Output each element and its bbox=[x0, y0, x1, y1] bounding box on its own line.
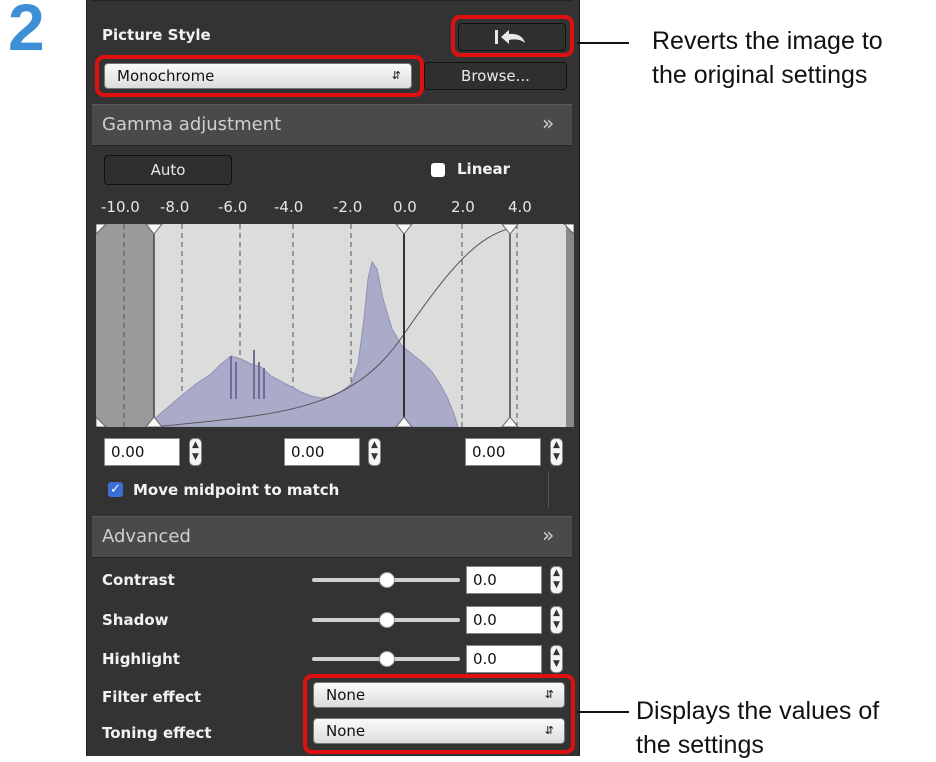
highlight-field[interactable]: 0.0 bbox=[466, 645, 542, 673]
revert-callout-line bbox=[577, 42, 629, 44]
advanced-section-header[interactable]: Advanced » bbox=[92, 516, 572, 558]
step-number: 2 bbox=[8, 0, 45, 64]
values-annotation: Displays the values of the settings bbox=[636, 694, 879, 762]
white-point-stepper[interactable]: ▲ ▼ bbox=[550, 438, 563, 466]
values-annotation-line2: the settings bbox=[636, 731, 764, 759]
tick-label: 2.0 bbox=[451, 198, 475, 216]
toning-effect-label: Toning effect bbox=[102, 724, 212, 742]
revert-annotation-line2: the original settings bbox=[652, 61, 868, 89]
midpoint-stepper[interactable]: ▲ ▼ bbox=[368, 438, 381, 466]
effects-highlight-box bbox=[303, 674, 575, 754]
picture-style-label: Picture Style bbox=[102, 26, 211, 44]
gamma-header-title: Gamma adjustment bbox=[102, 114, 282, 135]
values-annotation-line1: Displays the values of bbox=[636, 697, 880, 725]
tick-label: -10.0 bbox=[101, 198, 140, 216]
white-clip-region bbox=[566, 224, 574, 427]
highlight-stepper[interactable]: ▲ ▼ bbox=[550, 645, 563, 673]
gamma-histogram[interactable] bbox=[96, 224, 574, 427]
collapse-chevron-icon: » bbox=[542, 111, 555, 135]
linear-label: Linear bbox=[457, 160, 511, 178]
shadow-stepper[interactable]: ▲ ▼ bbox=[550, 606, 563, 634]
revert-annotation-line1: Reverts the image to bbox=[652, 27, 883, 55]
advanced-header-title: Advanced bbox=[102, 526, 191, 547]
gamma-section-header[interactable]: Gamma adjustment » bbox=[92, 104, 572, 146]
tick-label: -6.0 bbox=[218, 198, 248, 216]
tick-label: -2.0 bbox=[333, 198, 363, 216]
contrast-field[interactable]: 0.0 bbox=[466, 566, 542, 594]
revert-annotation: Reverts the image to the original settin… bbox=[652, 24, 883, 92]
collapse-chevron-icon: » bbox=[542, 523, 555, 547]
linear-checkbox[interactable] bbox=[431, 163, 445, 177]
contrast-slider-knob[interactable] bbox=[379, 572, 395, 588]
tick-label: 0.0 bbox=[393, 198, 417, 216]
black-point-stepper[interactable]: ▲ ▼ bbox=[189, 438, 202, 466]
midpoint-field[interactable]: 0.00 bbox=[284, 438, 360, 466]
tick-label: -8.0 bbox=[160, 198, 190, 216]
move-midpoint-label: Move midpoint to match bbox=[133, 481, 340, 499]
contrast-label: Contrast bbox=[102, 571, 175, 589]
midpoint-divider bbox=[548, 472, 549, 508]
values-callout-line bbox=[577, 711, 629, 713]
filter-effect-label: Filter effect bbox=[102, 688, 202, 706]
revert-highlight-box bbox=[451, 15, 574, 57]
browse-button[interactable]: Browse... bbox=[424, 62, 567, 90]
shadow-slider-knob[interactable] bbox=[379, 612, 395, 628]
contrast-stepper[interactable]: ▲ ▼ bbox=[550, 566, 563, 594]
panel-top-divider bbox=[92, 0, 572, 1]
picture-style-highlight-box bbox=[95, 55, 424, 97]
move-midpoint-checkbox[interactable]: ✓ bbox=[108, 482, 123, 497]
tick-label: -4.0 bbox=[274, 198, 304, 216]
shadow-label: Shadow bbox=[102, 611, 169, 629]
auto-button[interactable]: Auto bbox=[104, 155, 232, 185]
highlight-slider-knob[interactable] bbox=[379, 651, 395, 667]
white-point-field[interactable]: 0.00 bbox=[465, 438, 541, 466]
shadow-field[interactable]: 0.0 bbox=[466, 606, 542, 634]
black-point-field[interactable]: 0.00 bbox=[104, 438, 180, 466]
tick-label: 4.0 bbox=[508, 198, 532, 216]
highlight-label: Highlight bbox=[102, 650, 180, 668]
black-clip-region bbox=[96, 224, 154, 427]
